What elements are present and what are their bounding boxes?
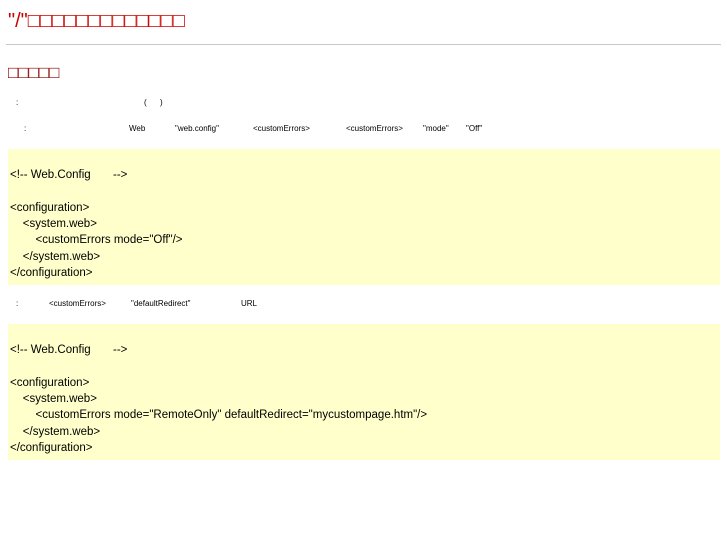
code-line: <configuration> (10, 377, 90, 389)
code-line: </system.web> (10, 251, 101, 263)
note-url: URL (241, 299, 258, 308)
note-default-redirect: "defaultRedirect" (131, 299, 191, 308)
code-line: </configuration> (10, 267, 93, 279)
code-line: <customErrors mode="Off"/> (10, 234, 183, 246)
description-label: : (16, 98, 19, 107)
note-custom-errors: <customErrors> (49, 299, 106, 308)
section-title: □□□□□ (8, 63, 60, 82)
error-page: "/"□□□□□□□□□□□□□ □□□□□ : ( ) : Web "web.… (0, 0, 727, 545)
details-custom-errors-2: <customErrors> (346, 124, 403, 133)
details-mode: "mode" (423, 124, 449, 133)
code-block-custom-errors-remote-only: <!-- Web.Config --> <configuration> <sys… (8, 324, 720, 460)
page-title: "/"□□□□□□□□□□□□□ (8, 10, 185, 32)
details-web-config: "web.config" (175, 124, 219, 133)
code-line: </system.web> (10, 426, 101, 438)
description-paren: ( ) (144, 98, 163, 107)
code-line: </configuration> (10, 442, 93, 454)
details-off: "Off" (466, 124, 483, 133)
details-web: Web (129, 124, 146, 133)
details-custom-errors-1: <customErrors> (253, 124, 310, 133)
code-line: <configuration> (10, 202, 90, 214)
code-block-custom-errors-off: <!-- Web.Config --> <configuration> <sys… (8, 149, 720, 285)
title-divider (6, 44, 721, 45)
details-label: : (24, 124, 27, 133)
code-line: <!-- Web.Config --> (10, 169, 128, 181)
code-line: <!-- Web.Config --> (10, 344, 128, 356)
note-label: : (16, 299, 19, 308)
code-line: <system.web> (10, 393, 97, 405)
code-line: <system.web> (10, 218, 97, 230)
code-line: <customErrors mode="RemoteOnly" defaultR… (10, 409, 428, 421)
